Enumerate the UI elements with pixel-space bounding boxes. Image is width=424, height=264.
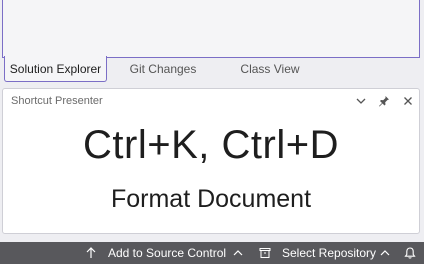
select-repository-button[interactable]: Select Repository — [258, 242, 392, 264]
chevron-down-icon[interactable] — [354, 94, 368, 108]
tab-solution-explorer[interactable]: Solution Explorer — [4, 56, 107, 82]
bell-icon — [404, 247, 416, 259]
shortcut-keys: Ctrl+K, Ctrl+D — [83, 123, 339, 167]
chevron-up-icon — [380, 250, 390, 256]
command-name: Format Document — [110, 185, 312, 213]
chevron-up-icon — [233, 250, 243, 256]
repository-label: Select Repository — [282, 246, 377, 260]
source-control-label: Add to Source Control — [108, 246, 227, 260]
notifications-button[interactable] — [403, 242, 419, 264]
arrow-up-icon — [86, 247, 96, 258]
shortcut-presenter-panel: Shortcut Presenter Ctrl+K, Ctrl+D Format… — [2, 88, 420, 234]
tab-class-view[interactable]: Class View — [228, 56, 312, 81]
add-to-source-control-button[interactable]: Add to Source Control — [84, 242, 244, 264]
close-icon[interactable] — [401, 94, 415, 108]
tab-strip: Solution Explorer Git Changes Class View — [0, 56, 424, 84]
explorer-panel — [2, 0, 420, 58]
tab-git-changes[interactable]: Git Changes — [118, 56, 208, 81]
panel-title: Shortcut Presenter — [11, 95, 103, 107]
status-bar: Add to Source Control Select Repository — [0, 242, 424, 264]
repository-icon — [259, 248, 271, 258]
pin-icon[interactable] — [377, 94, 391, 108]
